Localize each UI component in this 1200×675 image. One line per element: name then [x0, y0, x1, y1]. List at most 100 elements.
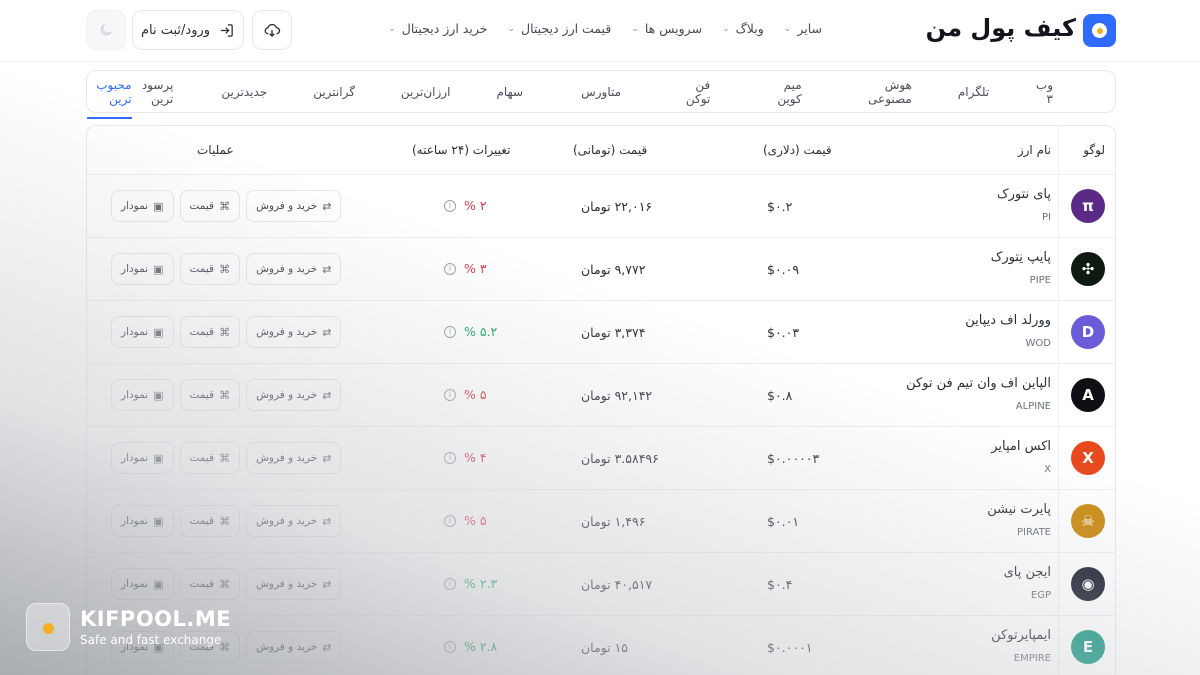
coin-symbol: X [1044, 464, 1051, 475]
coin-name[interactable]: اکس امپایر [991, 439, 1051, 454]
login-register-button[interactable]: ورود/ثبت نام [132, 10, 244, 50]
price-button[interactable]: ⌘ قیمت [179, 379, 241, 411]
info-icon[interactable]: i [444, 514, 456, 527]
nav-item-crypto-price[interactable]: قیمت ارز دیجیتال ⌄ [507, 21, 611, 36]
price-button[interactable]: ⌘ قیمت [179, 253, 241, 285]
chart-icon: ▣ [153, 262, 164, 276]
table-row[interactable]: D وورلد اف دیپاین WOD $۰.۰۳ ۳,۳۷۴ تومان i % ۵.… [87, 301, 1115, 364]
chart-button[interactable]: ▣ نمودار [111, 505, 174, 537]
toman-price: ۳.۵۸۴۹۶ تومان [581, 451, 659, 466]
coin-name[interactable]: ایمپایرتوکن [991, 628, 1051, 643]
info-icon[interactable]: i [444, 451, 456, 464]
trade-button[interactable]: ⇄ خرید و فروش [246, 316, 342, 348]
nav-item-other[interactable]: سایر ⌄ [784, 21, 822, 36]
header-operations: عملیات [197, 143, 234, 157]
chart-button[interactable]: ▣ نمودار [111, 253, 174, 285]
table-row[interactable]: A الپاین اف وان تیم فن توکن ALPINE $۰.۸ ۹۲,۱… [87, 364, 1115, 427]
price-button[interactable]: ⌘ قیمت [179, 505, 241, 537]
chevron-down-icon: ⌄ [388, 23, 396, 34]
tab-metaverse[interactable]: متاورس [581, 85, 621, 99]
nav-item-blog[interactable]: وبلاگ ⌄ [722, 21, 764, 36]
info-icon[interactable]: i [444, 577, 456, 590]
coin-name[interactable]: پای نتورک [997, 187, 1051, 202]
coin-name[interactable]: وورلد اف دیپاین [965, 313, 1051, 328]
tab-web3[interactable]: وب ۳ [1033, 78, 1053, 106]
header-logo: لوگو [1083, 143, 1105, 157]
table-row[interactable]: ☠ پایرت نیشن PIRATE $۰.۰۱ ۱,۴۹۶ تومان i % ۵ ▣ نم… [87, 490, 1115, 553]
table-row[interactable]: X اکس امپایر X $۰.۰۰۰۰۳ ۳.۵۸۴۹۶ تومان i % ۴ ▣ نم… [87, 427, 1115, 490]
chart-button[interactable]: ▣ نمودار [111, 379, 174, 411]
trade-button[interactable]: ⇄ خرید و فروش [246, 442, 342, 474]
chart-button[interactable]: ▣ نمودار [111, 442, 174, 474]
brand-name[interactable]: کیف پول من [926, 14, 1077, 42]
table-row[interactable]: π پای نتورک PI $۰.۲ ۲۲,۰۱۶ تومان i% ۲ ▣ نمودار ⌘… [87, 175, 1115, 238]
usd-price: $۰.۸ [767, 388, 793, 403]
coin-symbol: PI [1042, 212, 1051, 223]
info-icon[interactable]: i [444, 262, 456, 275]
tab-stocks[interactable]: سهام [496, 85, 523, 99]
trade-button[interactable]: ⇄ خرید و فروش [246, 631, 342, 663]
toman-price: ۹,۷۷۲ تومان [581, 262, 646, 277]
tab-fan-token[interactable]: فن توکن [679, 78, 710, 106]
usd-price: $۰.۰۱ [767, 514, 800, 529]
coin-name[interactable]: پایپ نِتورک [991, 250, 1051, 265]
table-row[interactable]: ◉ ایجن پای EGP $۰.۴ ۴۰,۵۱۷ تومان i % ۲.۳ ▣ نمودا… [87, 553, 1115, 616]
chart-icon: ▣ [153, 388, 164, 402]
moon-icon [100, 24, 112, 36]
tab-ai[interactable]: هوش مصنوعی [858, 78, 912, 106]
tab-most-profitable[interactable]: پرسود ترین [132, 78, 174, 106]
chevron-down-icon: ⌄ [783, 23, 792, 34]
coin-name[interactable]: ایجن پای [1004, 565, 1051, 580]
main-nav: خرید ارز دیجیتال ⌄ قیمت ارز دیجیتال ⌄ سروی… [388, 21, 822, 36]
usd-price: $۰.۰۹ [767, 262, 800, 277]
trade-button[interactable]: ⇄ خرید و فروش [246, 568, 342, 600]
price-button[interactable]: ⌘ قیمت [179, 568, 241, 600]
trade-button[interactable]: ⇄ خرید و فروش [246, 379, 342, 411]
info-icon[interactable]: i [444, 325, 456, 338]
coin-name[interactable]: پایرت نیشن [987, 502, 1051, 517]
theme-toggle-button[interactable] [86, 10, 126, 50]
nav-item-services[interactable]: سرویس ها ⌄ [631, 21, 702, 36]
trade-button[interactable]: ⇄ خرید و فروش [246, 253, 342, 285]
nav-item-buy-crypto[interactable]: خرید ارز دیجیتال ⌄ [388, 21, 487, 36]
trade-button[interactable]: ⇄ خرید و فروش [246, 190, 342, 222]
price-icon: ⌘ [219, 451, 231, 465]
price-button[interactable]: ⌘ قیمت [179, 442, 241, 474]
brand-logo-icon[interactable] [1083, 14, 1116, 47]
trade-button[interactable]: ⇄ خرید و فروش [246, 505, 342, 537]
change-value: % ۲.۸ [464, 639, 498, 654]
price-button[interactable]: ⌘ قیمت [179, 190, 241, 222]
tab-most-popular[interactable]: محبوب ترین [87, 78, 132, 119]
info-icon[interactable]: i [444, 199, 456, 212]
table-row[interactable]: E ایمپایرتوکن EMPIRE $۰.۰۰۰۱ ۱۵ تومان i% ۲.۸ ▣… [87, 616, 1115, 675]
exchange-icon: ⇄ [322, 388, 332, 402]
info-icon[interactable]: i [444, 388, 456, 401]
coin-symbol: EGP [1030, 590, 1051, 601]
coin-symbol: PIRATE [1016, 527, 1051, 538]
change-24h: i % ۵ [444, 387, 487, 402]
table-row[interactable]: ✣ پایپ نِتورک PIPE $۰.۰۹ ۹,۷۷۲ تومان i % ۳ ▣ نمو… [87, 238, 1115, 301]
toman-price: ۲۲,۰۱۶ تومان [581, 199, 653, 214]
chart-button[interactable]: ▣ نمودار [111, 568, 174, 600]
tab-cheapest[interactable]: ارزان‌ترین [401, 85, 451, 99]
exchange-icon: ⇄ [322, 577, 332, 591]
download-app-button[interactable] [252, 10, 292, 50]
change-value: % ۵ [464, 387, 487, 402]
change-24h: i % ۴ [444, 450, 487, 465]
chart-button[interactable]: ▣ نمودار [111, 316, 174, 348]
chart-button[interactable]: ▣ نمودار [111, 190, 174, 222]
chevron-down-icon: ⌄ [631, 23, 639, 34]
crypto-table: لوگو نام ارز قیمت (دلاری) قیمت (تومانی) … [86, 125, 1116, 675]
coin-symbol: EMPIRE [1013, 653, 1051, 664]
price-button[interactable]: ⌘ قیمت [179, 316, 241, 348]
tab-newest[interactable]: جدیدترین [221, 85, 267, 99]
tab-meme-coin[interactable]: میم کوین [768, 78, 801, 106]
category-tabs: محبوب ترین پرسود ترین جدیدترین گرانترین … [86, 70, 1116, 119]
coin-name[interactable]: الپاین اف وان تیم فن توکن [906, 376, 1051, 391]
coin-logo-icon: ◉ [1071, 567, 1105, 601]
tab-most-expensive[interactable]: گرانترین [313, 85, 355, 99]
info-icon[interactable]: i [444, 640, 456, 653]
change-24h: i % ۳ [444, 261, 487, 276]
tab-telegram[interactable]: تلگرام [958, 85, 989, 99]
exchange-icon: ⇄ [322, 451, 332, 465]
